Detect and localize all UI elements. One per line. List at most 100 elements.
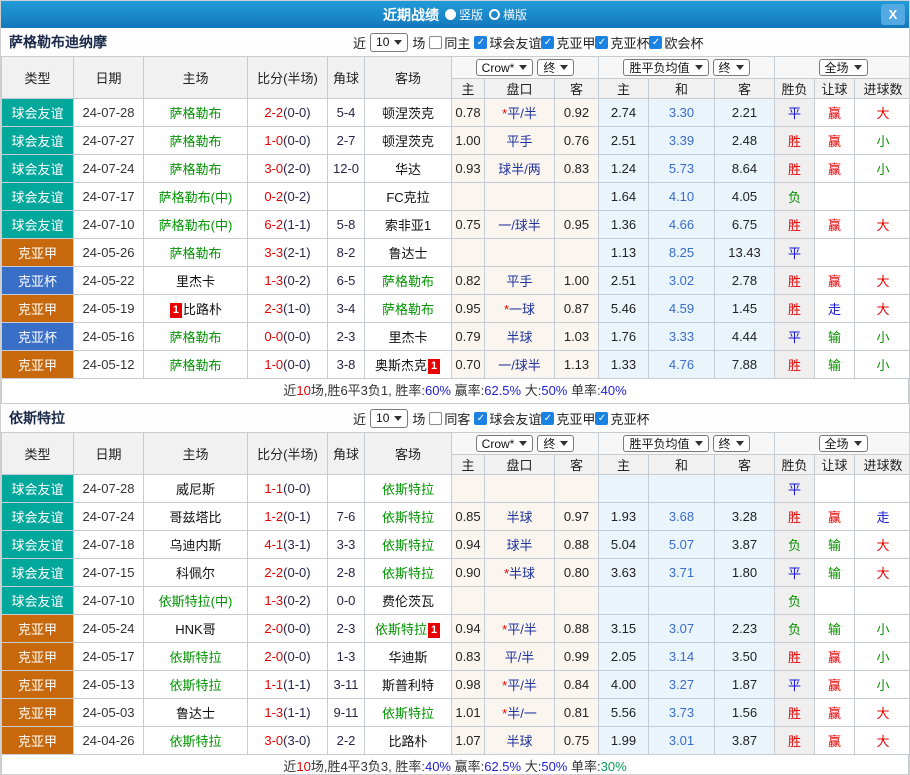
- corner-cell: 0-0: [328, 587, 365, 615]
- checkbox-icon: ✓: [595, 412, 608, 425]
- handicap-cell: *平/半: [485, 671, 555, 699]
- column-header: 主场: [144, 433, 248, 475]
- odds-away-cell: 0.97: [555, 503, 599, 531]
- match-type-cell: 球会友谊: [2, 183, 74, 211]
- home-team-cell: 鲁达士: [144, 699, 248, 727]
- team-label: 索非亚1: [385, 218, 431, 233]
- match-count-select[interactable]: 10: [370, 33, 408, 52]
- odds-company-select[interactable]: Crow*: [476, 435, 534, 452]
- fulltime-score: 1-2: [264, 509, 283, 524]
- odds-away-cell: 0.83: [555, 155, 599, 183]
- league-checkbox-欧会杯[interactable]: ✓欧会杯: [649, 33, 703, 52]
- avg-odds-cell: [715, 587, 775, 615]
- handicap-cell: 平/半: [485, 643, 555, 671]
- league-checkbox-克亚杯[interactable]: ✓克亚杯: [595, 409, 649, 428]
- sub-column-header: 客: [555, 455, 599, 475]
- avg-odds-cell: 4.10: [649, 183, 715, 211]
- team-label: 依斯特拉: [169, 650, 221, 665]
- team-label: 华迪斯: [388, 650, 427, 665]
- date-cell: 24-05-17: [74, 643, 144, 671]
- scope-select[interactable]: 全场: [819, 435, 868, 452]
- chevron-down-icon: [519, 441, 527, 446]
- corner-cell: 1-3: [328, 643, 365, 671]
- avg-type-select[interactable]: 胜平负均值: [623, 435, 708, 452]
- home-team-cell: 乌迪内斯: [144, 531, 248, 559]
- close-button[interactable]: X: [881, 4, 905, 25]
- outcome-cell: 负: [775, 183, 815, 211]
- same-side-checkbox[interactable]: 同主: [429, 33, 470, 52]
- league-checkbox-克亚甲[interactable]: ✓克亚甲: [541, 33, 595, 52]
- team-label: 哥兹塔比: [169, 510, 221, 525]
- odds-away-cell: [555, 239, 599, 267]
- layout-radio-vertical[interactable]: 竖版: [445, 6, 483, 23]
- odds-away-cell: 0.76: [555, 127, 599, 155]
- column-header: 主场: [144, 57, 248, 99]
- table-row: 克亚甲24-05-24HNK哥2-0(0-0)2-3依斯特拉10.94*平/半0…: [2, 615, 910, 643]
- handicap-cell: 球半/两: [485, 155, 555, 183]
- fulltime-score: 0-2: [264, 189, 283, 204]
- odds-company-select[interactable]: Crow*: [476, 59, 534, 76]
- league-checkbox-克亚甲[interactable]: ✓克亚甲: [541, 409, 595, 428]
- chevron-down-icon: [394, 40, 402, 45]
- match-type-cell: 球会友谊: [2, 503, 74, 531]
- avg-odds-cell: [599, 587, 649, 615]
- team-label: 萨格勒布: [169, 134, 221, 149]
- avg-group-header: 胜平负均值终: [599, 57, 775, 79]
- same-side-checkbox[interactable]: 同客: [429, 409, 470, 428]
- match-type-cell: 克亚杯: [2, 323, 74, 351]
- fulltime-score: 0-0: [264, 329, 283, 344]
- sub-column-header: 和: [649, 455, 715, 475]
- fulltime-score: 1-1: [264, 677, 283, 692]
- avg-time-select[interactable]: 终: [713, 59, 750, 76]
- halftime-score: (0-0): [283, 649, 310, 664]
- table-row: 球会友谊24-07-28威尼斯1-1(0-0)依斯特拉平: [2, 475, 910, 503]
- odds-home-cell: [452, 475, 485, 503]
- avg-odds-cell: 2.74: [599, 99, 649, 127]
- corner-cell: 12-0: [328, 155, 365, 183]
- avg-time-select[interactable]: 终: [713, 435, 750, 452]
- chevron-down-icon: [560, 441, 568, 446]
- table-row: 克亚甲24-05-12萨格勒布1-0(0-0)3-8奥斯杰克10.70一/球半1…: [2, 351, 910, 379]
- league-label: 克亚杯: [610, 409, 649, 428]
- odds-home-cell: 0.83: [452, 643, 485, 671]
- date-cell: 24-05-24: [74, 615, 144, 643]
- avg-odds-cell: [599, 475, 649, 503]
- layout-radio-horizontal[interactable]: 横版: [489, 6, 527, 23]
- team-label: 依斯特拉: [169, 734, 221, 749]
- summary-segment: 大:: [521, 383, 541, 398]
- handicap-cell: *一球: [485, 295, 555, 323]
- team-label: 科佩尔: [176, 566, 215, 581]
- league-checkbox-克亚杯[interactable]: ✓克亚杯: [595, 33, 649, 52]
- odds-company-select-value: Crow*: [482, 437, 515, 451]
- team-label: 萨格勒布(中): [159, 190, 233, 205]
- odds-home-cell: 0.93: [452, 155, 485, 183]
- away-team-cell: FC克拉: [365, 183, 452, 211]
- outcome-cell: 胜: [775, 155, 815, 183]
- team-label: FC克拉: [386, 190, 429, 205]
- sub-column-header: 进球数: [855, 455, 910, 475]
- avg-odds-cell: 4.76: [649, 351, 715, 379]
- odds-away-cell: [555, 475, 599, 503]
- fulltime-score: 6-2: [264, 217, 283, 232]
- chevron-down-icon: [736, 65, 744, 70]
- goals-result-cell: [855, 183, 910, 211]
- handicap-cell: 平手: [485, 267, 555, 295]
- avg-type-select[interactable]: 胜平负均值: [623, 59, 708, 76]
- odds-time-select[interactable]: 终: [537, 435, 574, 452]
- fulltime-score: 2-2: [264, 565, 283, 580]
- table-row: 克亚甲24-05-17依斯特拉2-0(0-0)1-3华迪斯0.83平/半0.99…: [2, 643, 910, 671]
- match-type-cell: 克亚杯: [2, 267, 74, 295]
- away-team-cell: 顿涅茨克: [365, 127, 452, 155]
- goals-result-cell: 大: [855, 211, 910, 239]
- handicap-result-cell: 输: [815, 559, 855, 587]
- avg-odds-cell: 1.13: [599, 239, 649, 267]
- match-count-select[interactable]: 10: [370, 409, 408, 428]
- league-checkbox-球会友谊[interactable]: ✓球会友谊: [474, 409, 541, 428]
- odds-company-select-value: Crow*: [482, 61, 515, 75]
- scope-select[interactable]: 全场: [819, 59, 868, 76]
- score-cell: 3-0(3-0): [248, 727, 328, 755]
- odds-time-select[interactable]: 终: [537, 59, 574, 76]
- league-checkbox-球会友谊[interactable]: ✓球会友谊: [474, 33, 541, 52]
- match-type-cell: 球会友谊: [2, 531, 74, 559]
- league-label: 克亚甲: [556, 409, 595, 428]
